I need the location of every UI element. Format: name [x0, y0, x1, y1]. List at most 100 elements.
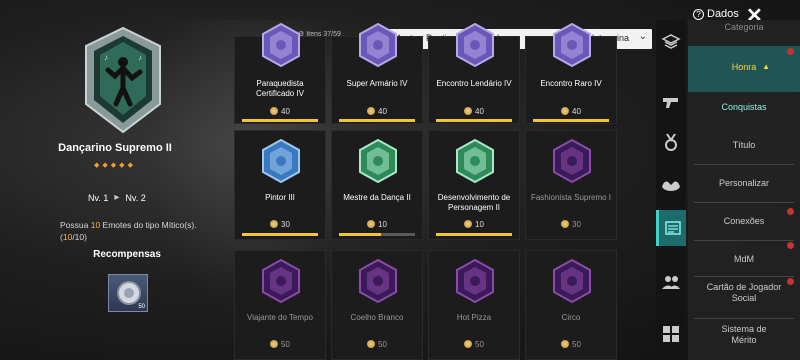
achievement-progress-bar [436, 233, 512, 236]
achievement-badge-icon [553, 259, 591, 303]
progress-fill [436, 233, 512, 236]
menu-item-honra[interactable]: Honra ▲ [688, 46, 800, 92]
progress-fill [339, 119, 415, 122]
achievement-card[interactable]: Hot Pizza 50 [428, 250, 520, 360]
coin-icon [561, 107, 570, 115]
achievement-card[interactable]: Fashionista Supremo I 30 [525, 130, 617, 240]
coin-icon [367, 220, 376, 228]
achievement-progress-bar [436, 119, 512, 122]
points-value: 40 [378, 107, 387, 116]
achievement-card[interactable]: Encontro Raro IV 40 [525, 23, 617, 124]
points-value: 40 [475, 107, 484, 116]
achievement-progress-bar [339, 233, 415, 236]
menu-item-merito[interactable]: Sistema de Mérito [688, 324, 800, 346]
menu-item-cartao[interactable]: Cartão de Jogador Social [688, 282, 800, 304]
achievement-badge-icon [553, 23, 591, 67]
achievement-progress-bar [242, 119, 318, 122]
achievement-name: Pintor III [265, 193, 295, 202]
achievement-badge-icon [262, 259, 300, 303]
achievement-name: Encontro Raro IV [540, 79, 602, 88]
achievement-badge-icon [456, 259, 494, 303]
grid-menu-icon[interactable] [656, 316, 686, 352]
achievement-detail-panel: ♪ ♪ Dançarino Supremo II ◆◆◆◆◆ Nv. 1 ▸ N… [0, 0, 230, 360]
progress-fill [436, 119, 512, 122]
menu-item-partial: Categoria [724, 22, 764, 32]
category-icon-column [656, 20, 686, 360]
achievement-badge-icon [262, 23, 300, 67]
points-value: 40 [572, 107, 581, 116]
coin-icon [367, 340, 376, 348]
dancer-emblem-icon: ♪ ♪ [85, 26, 161, 134]
achievement-card[interactable]: Desenvolvimento de Personagem II 10 [428, 130, 520, 240]
achievement-title: Dançarino Supremo II [58, 142, 172, 154]
menu-divider [694, 318, 794, 319]
achievement-name: Fashionista Supremo I [530, 193, 612, 202]
triangle-up-icon: ▲ [762, 62, 770, 71]
reward-count: 50 [138, 304, 145, 310]
chevron-down-icon: ⌄ [638, 31, 647, 42]
svg-text:♪: ♪ [138, 53, 142, 62]
points-value: 50 [572, 340, 581, 349]
menu-item-conexoes[interactable]: Conexões [688, 216, 800, 227]
achievement-points: 50 [332, 340, 422, 349]
tab-achievements-icon[interactable] [656, 210, 686, 246]
achievement-card[interactable]: Super Armário IV 40 [331, 23, 423, 124]
achievement-points: 30 [235, 220, 325, 229]
help-button[interactable]: ? Dados [693, 8, 739, 20]
medal-icon[interactable] [656, 124, 686, 160]
menu-item-titulo[interactable]: Título [688, 140, 800, 151]
notification-dot [787, 242, 794, 249]
menu-item-personalizar[interactable]: Personalizar [688, 178, 800, 189]
achievement-progress-bar [533, 119, 609, 122]
menu-divider [694, 164, 794, 165]
achievement-card[interactable]: Mestre da Dança II 10 [331, 130, 423, 240]
achievement-card[interactable]: Viajante do Tempo 50 [234, 250, 326, 360]
friends-icon[interactable] [656, 264, 686, 300]
achievement-name: Super Armário IV [346, 79, 408, 88]
coin-icon [270, 340, 279, 348]
achievement-points: 50 [235, 340, 325, 349]
progress-fill [242, 119, 318, 122]
condition-prefix: Possua [60, 220, 91, 230]
achievement-points: 40 [332, 107, 422, 116]
achievement-card[interactable]: Paraquedista Certificado IV 40 [234, 23, 326, 124]
menu-divider [694, 202, 794, 203]
achievement-card[interactable]: Circo 50 [525, 250, 617, 360]
progress-fill [339, 233, 381, 236]
notification-dot [787, 48, 794, 55]
muscle-icon[interactable] [656, 168, 686, 204]
achievement-points: 10 [429, 220, 519, 229]
question-icon: ? [693, 8, 704, 20]
achievement-name: Viajante do Tempo [247, 313, 313, 322]
notification-dot [787, 278, 794, 285]
achievement-name: Coelho Branco [350, 313, 404, 322]
svg-text:♪: ♪ [104, 53, 108, 62]
achievement-progress-bar [242, 233, 318, 236]
progress-fill [533, 119, 609, 122]
notification-dot [787, 208, 794, 215]
points-value: 10 [475, 220, 484, 229]
level-progression: Nv. 1 ▸ Nv. 2 [88, 192, 146, 203]
achievement-card[interactable]: Encontro Lendário IV 40 [428, 23, 520, 124]
points-value: 30 [572, 220, 581, 229]
pistol-icon[interactable] [656, 84, 686, 120]
tab-collection-icon[interactable] [656, 24, 686, 60]
coin-icon [270, 107, 279, 115]
achievement-badge-icon [359, 23, 397, 67]
condition-suffix: Emotes do tipo Mítico(s). [100, 220, 197, 230]
achievement-card[interactable]: Pintor III 30 [234, 130, 326, 240]
achievement-badge-icon [553, 139, 591, 183]
points-value: 40 [281, 107, 290, 116]
menu-item-mdm[interactable]: MdM [688, 254, 800, 265]
achievement-points: 50 [429, 340, 519, 349]
coin-icon [464, 340, 473, 348]
reward-item[interactable]: 50 [108, 274, 148, 312]
coin-icon [367, 107, 376, 115]
achievement-badge-icon [359, 259, 397, 303]
coin-icon [464, 220, 473, 228]
progress-fill [242, 233, 318, 236]
achievement-badge-icon [456, 139, 494, 183]
menu-item-conquistas[interactable]: Conquistas [688, 102, 800, 113]
achievement-card[interactable]: Coelho Branco 50 [331, 250, 423, 360]
achievement-progress-bar [339, 119, 415, 122]
